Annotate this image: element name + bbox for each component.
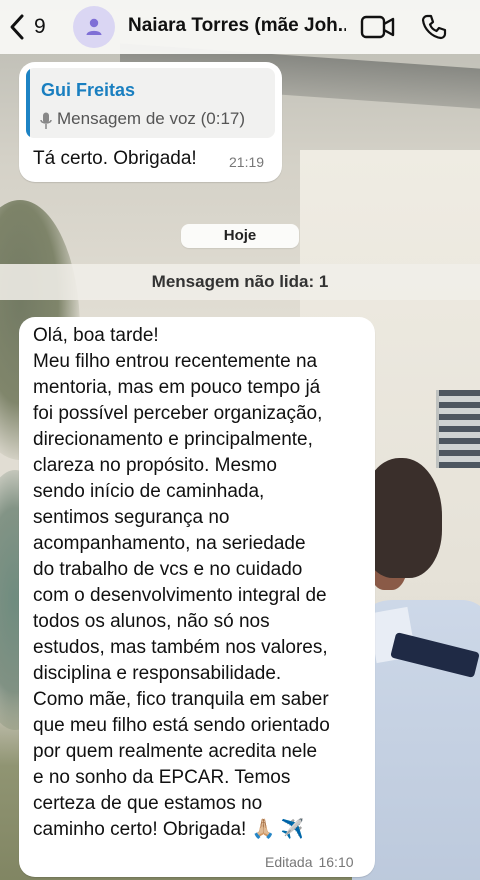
message-line: disciplina e responsabilidade. <box>33 663 282 684</box>
message-line: certeza de que estamos no <box>33 793 263 814</box>
message-time: 16:10 <box>318 854 354 870</box>
unread-banner: Mensagem não lida: 1 <box>0 264 480 300</box>
back-button[interactable]: 9 <box>8 12 46 42</box>
message-line: Meu filho entrou recentemente na <box>33 351 318 372</box>
message-bubble[interactable]: Olá, boa tarde! Meu filho entrou recente… <box>19 317 375 877</box>
message-line: clareza no propósito. Mesmo <box>33 455 277 476</box>
quoted-author: Gui Freitas <box>41 80 136 100</box>
day-separator: Hoje <box>181 224 299 248</box>
message-text: Tá certo. Obrigada! <box>33 148 197 169</box>
quoted-message[interactable]: Gui Freitas Mensagem de voz (0:17) <box>26 68 275 138</box>
chat-header: 9 Naiara Torres (mãe Joh... <box>0 0 480 54</box>
phone-icon[interactable] <box>420 13 448 41</box>
message-line: Olá, boa tarde! <box>33 325 159 346</box>
wallpaper-window <box>436 390 480 468</box>
message-line: sendo início de caminhada, <box>33 481 265 502</box>
message-line: acompanhamento, na seriedade <box>33 533 306 554</box>
message-line: estudos, mas também nos valores, <box>33 637 328 658</box>
message-line: do trabalho de vcs e no cuidado <box>33 559 303 580</box>
mic-icon <box>40 112 52 129</box>
message-line: Como mãe, fico tranquila em saber <box>33 689 329 710</box>
message-line: foi possível perceber organização, <box>33 403 323 424</box>
quote-accent-bar <box>26 68 30 138</box>
unread-count: 9 <box>34 15 46 38</box>
person-icon <box>86 18 102 35</box>
edited-label: Editada <box>265 854 313 870</box>
video-camera-icon[interactable] <box>360 14 396 40</box>
chevron-left-icon <box>10 14 24 40</box>
message-line: que meu filho está sendo orientado <box>33 715 330 736</box>
message-bubble[interactable]: Gui Freitas Mensagem de voz (0:17) Tá ce… <box>19 62 282 182</box>
message-time: 21:19 <box>229 154 265 170</box>
message-line: sentimos segurança no <box>33 507 230 528</box>
message-line: e no sonho da EPCAR. Temos <box>33 767 291 788</box>
message-line: mentoria, mas em pouco tempo já <box>33 377 321 398</box>
message-line: todos os alunos, não só nos <box>33 611 270 632</box>
message-line: direcionamento e principalmente, <box>33 429 313 450</box>
message-line: com o desenvolvimento integral de <box>33 585 327 606</box>
avatar[interactable] <box>73 6 115 48</box>
contact-name[interactable]: Naiara Torres (mãe Joh... <box>128 15 346 37</box>
message-line: por quem realmente acredita nele <box>33 741 318 762</box>
message-meta: Editada 16:10 <box>265 854 360 870</box>
message-text: Olá, boa tarde! Meu filho entrou recente… <box>33 323 369 843</box>
quoted-text: Mensagem de voz (0:17) <box>57 109 246 128</box>
message-line: caminho certo! Obrigada! 🙏🏼 ✈️ <box>33 819 305 840</box>
